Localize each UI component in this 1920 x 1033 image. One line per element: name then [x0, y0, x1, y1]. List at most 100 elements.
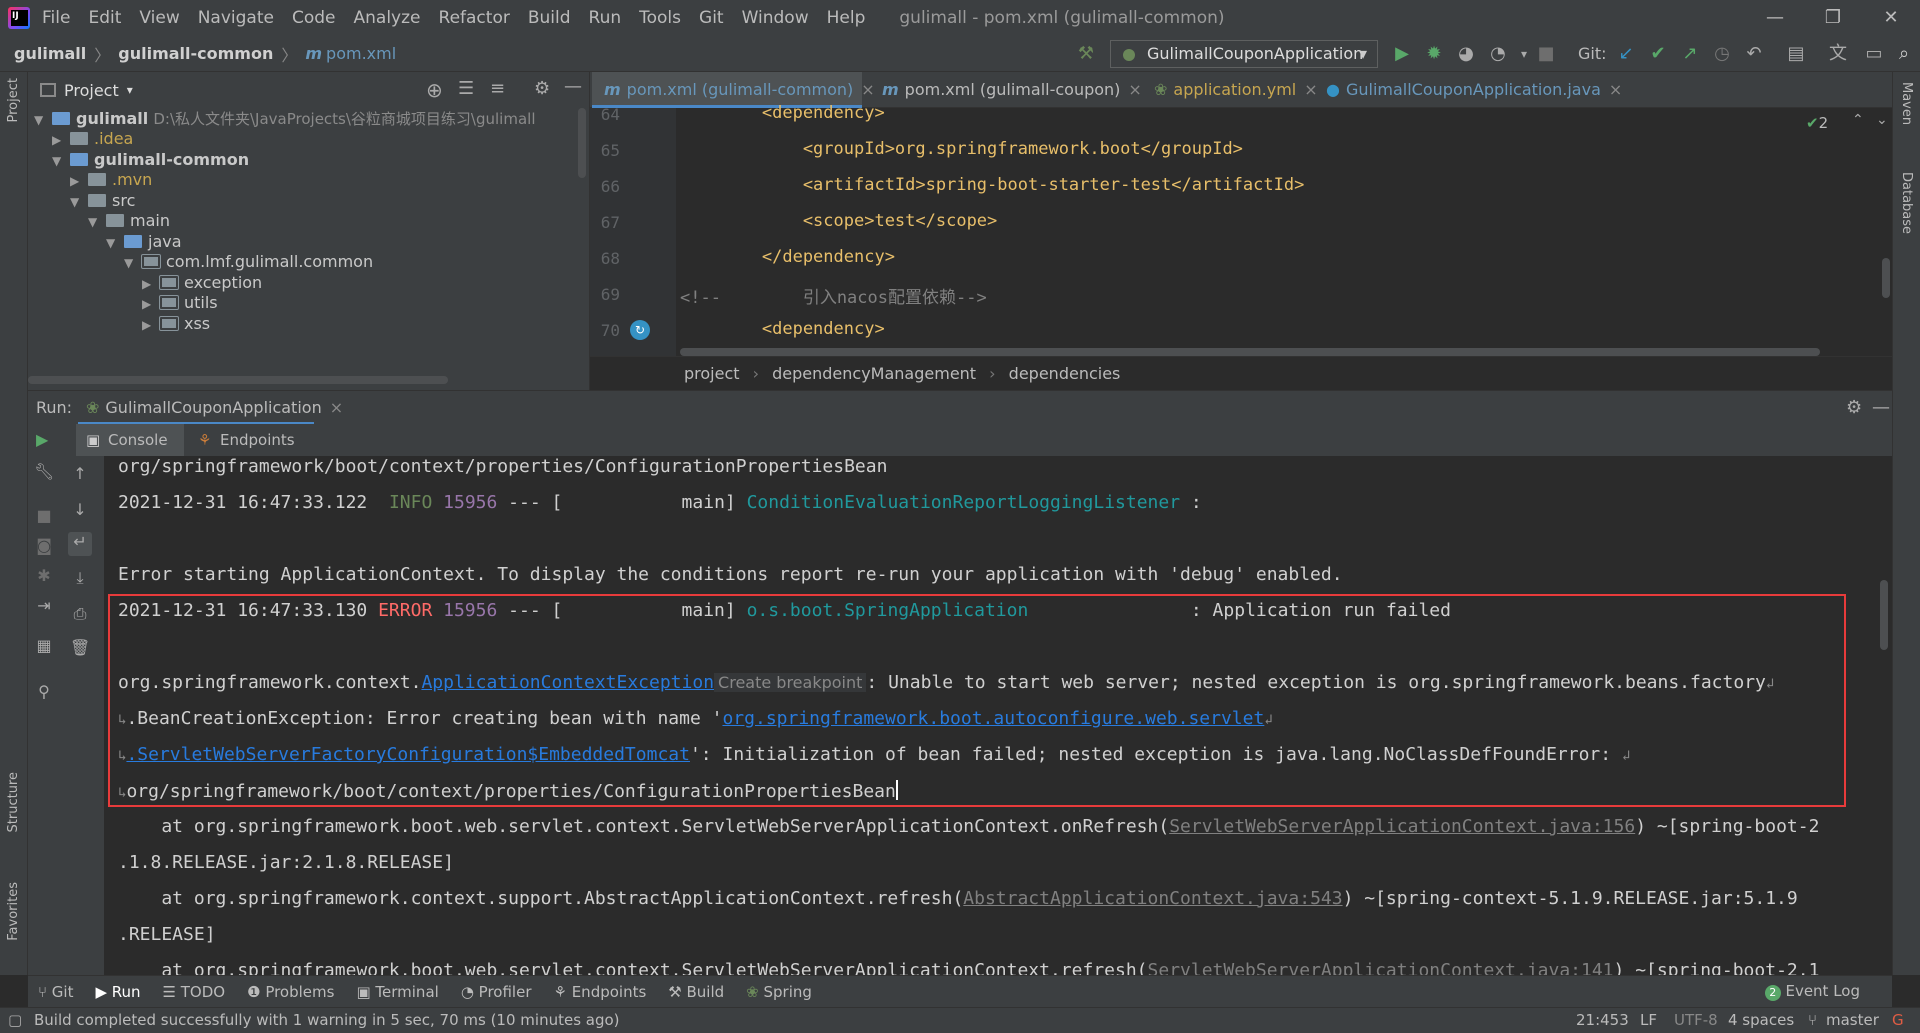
chevron-up-icon[interactable]: ⌃: [1852, 112, 1864, 128]
hide-panel-icon[interactable]: —: [564, 76, 582, 97]
menu-edit[interactable]: Edit: [88, 8, 121, 28]
toolwindow-problems[interactable]: ❶ Problems: [247, 983, 334, 1001]
console-scrollbar[interactable]: [1880, 580, 1888, 650]
menu-code[interactable]: Code: [292, 8, 336, 28]
run-icon[interactable]: ▶: [1390, 42, 1414, 66]
code-editor[interactable]: 64 65 66 67 68 69 70 ↻ <dependency> <gro…: [590, 103, 1892, 356]
menu-analyze[interactable]: Analyze: [354, 8, 421, 28]
project-tool-tab[interactable]: Project: [6, 78, 21, 122]
toolwindow-run[interactable]: ▶ Run: [95, 983, 140, 1001]
source-link[interactable]: ServletWebServerApplicationContext.java:…: [1148, 960, 1614, 975]
status-message[interactable]: Build completed successfully with 1 warn…: [34, 1008, 620, 1033]
status-box-icon[interactable]: ▢: [8, 1008, 22, 1033]
arrow-down-icon[interactable]: ↓: [70, 500, 90, 520]
wrench-icon[interactable]: 🔧︎: [34, 462, 54, 482]
rollback-icon[interactable]: ↶: [1742, 42, 1766, 66]
inspection-widget[interactable]: ✔2: [1806, 114, 1828, 132]
menu-git[interactable]: Git: [699, 8, 724, 28]
menu-run[interactable]: Run: [589, 8, 622, 28]
export-icon[interactable]: ⇥: [34, 596, 54, 616]
run-config-select[interactable]: GulimallCouponApplication: [1110, 40, 1378, 68]
structure-tool-tab[interactable]: Structure: [6, 772, 21, 832]
menu-tools[interactable]: Tools: [639, 8, 681, 28]
source-link[interactable]: AbstractApplicationContext.java:543: [963, 888, 1342, 909]
camera-icon[interactable]: ◙: [34, 536, 54, 556]
layout-icon[interactable]: ▭: [1862, 42, 1886, 66]
file-encoding[interactable]: UTF-8: [1674, 1008, 1718, 1033]
tree-item-xss[interactable]: ▶ xss: [142, 311, 210, 336]
chevron-down-icon[interactable]: ⌄: [1876, 112, 1888, 128]
tab-coupon-application-java[interactable]: ● GulimallCouponApplication.java ×: [1314, 72, 1624, 108]
horizontal-scrollbar[interactable]: [28, 376, 448, 384]
menu-navigate[interactable]: Navigate: [198, 8, 274, 28]
settings-gear-icon[interactable]: ⚙: [534, 78, 550, 99]
maven-tool-tab[interactable]: Maven: [1899, 82, 1914, 125]
chevron-down-icon[interactable]: ▼: [52, 149, 70, 174]
chevron-down-icon[interactable]: ▼: [70, 190, 88, 215]
toolwindow-build[interactable]: ⚒ Build: [668, 983, 724, 1001]
build-hammer-icon[interactable]: ⚒: [1074, 42, 1098, 66]
toolwindow-todo[interactable]: ☰ TODO: [163, 983, 226, 1001]
maven-reload-icon[interactable]: ↻: [630, 320, 650, 340]
stop-icon[interactable]: ■: [1534, 42, 1558, 66]
debug-icon[interactable]: ✹: [1422, 42, 1446, 66]
menu-view[interactable]: View: [139, 8, 179, 28]
restore-button[interactable]: ❐: [1804, 0, 1862, 36]
git-update-icon[interactable]: ↙: [1614, 42, 1638, 66]
stop-icon[interactable]: ■: [34, 506, 54, 526]
breadcrumb-dependency-management[interactable]: dependencyManagement: [772, 364, 976, 383]
rerun-failed-icon[interactable]: ✱: [34, 566, 54, 586]
search-icon[interactable]: ⌕: [1892, 42, 1916, 66]
expand-all-icon[interactable]: ☰: [458, 78, 474, 99]
project-view-select[interactable]: Project: [64, 81, 119, 100]
chevron-down-icon[interactable]: ▾: [127, 83, 133, 97]
source-link[interactable]: ServletWebServerApplicationContext.java:…: [1169, 816, 1635, 837]
breadcrumb-root[interactable]: gulimall: [14, 44, 86, 63]
toolwindow-git[interactable]: ⑂ Git: [38, 983, 73, 1001]
close-window-button[interactable]: ✕: [1862, 0, 1920, 36]
chevron-down-icon[interactable]: ▼: [124, 251, 142, 276]
arrow-up-icon[interactable]: ↑: [70, 464, 90, 484]
tab-endpoints[interactable]: ⚘ Endpoints: [196, 424, 295, 456]
breadcrumb-dependencies[interactable]: dependencies: [1009, 364, 1121, 383]
menu-window[interactable]: Window: [742, 8, 809, 28]
menu-refactor[interactable]: Refactor: [439, 8, 510, 28]
toolwindow-spring[interactable]: ❀ Spring: [746, 983, 812, 1001]
coverage-icon[interactable]: ◕: [1454, 42, 1478, 66]
hide-panel-icon[interactable]: —: [1872, 391, 1890, 425]
breadcrumb-project[interactable]: project: [684, 364, 740, 383]
line-separator[interactable]: LF: [1640, 1008, 1657, 1033]
clear-trash-icon[interactable]: 🗑︎: [70, 638, 90, 658]
indent-setting[interactable]: 4 spaces: [1728, 1008, 1794, 1033]
collapse-all-icon[interactable]: ≡: [490, 78, 505, 99]
chevron-down-icon[interactable]: ▾: [1512, 42, 1536, 66]
history-icon[interactable]: ◷: [1710, 42, 1734, 66]
menu-build[interactable]: Build: [528, 8, 571, 28]
profile-icon[interactable]: ◔: [1486, 42, 1510, 66]
editor-horizontal-scrollbar[interactable]: [680, 348, 1820, 356]
scroll-to-end-icon[interactable]: ⤓: [70, 568, 90, 588]
layout-icon[interactable]: ▦: [34, 636, 54, 656]
soft-wrap-icon[interactable]: ↵: [68, 532, 92, 556]
pin-icon[interactable]: ⚲: [34, 682, 54, 702]
breadcrumb-module[interactable]: gulimall-common: [118, 44, 273, 63]
close-icon[interactable]: ×: [1128, 80, 1141, 99]
tab-application-yml[interactable]: ❀ application.yml ×: [1142, 72, 1330, 108]
vertical-scrollbar[interactable]: [578, 108, 586, 178]
database-tool-tab[interactable]: Database: [1899, 172, 1914, 234]
toolwindow-terminal[interactable]: ▣ Terminal: [356, 983, 438, 1001]
menu-file[interactable]: File: [42, 8, 70, 28]
translate-icon[interactable]: 文: [1826, 42, 1850, 66]
chevron-down-icon[interactable]: ▼: [34, 108, 52, 133]
caret-position[interactable]: 21:453: [1576, 1008, 1629, 1033]
run-tab[interactable]: ❀ GulimallCouponApplication ×: [78, 391, 343, 425]
settings-gear-icon[interactable]: ⚙: [1846, 391, 1862, 425]
tab-console[interactable]: ▣ Console: [76, 424, 184, 456]
git-commit-icon[interactable]: ✔: [1646, 42, 1670, 66]
rerun-icon[interactable]: ▶: [36, 430, 48, 449]
toolwindow-event-log[interactable]: 2 Event Log: [1764, 982, 1860, 1001]
favorites-tool-tab[interactable]: Favorites: [6, 882, 21, 941]
tab-pom-coupon[interactable]: m pom.xml (gulimall-coupon) ×: [870, 72, 1142, 108]
breadcrumb-file[interactable]: pom.xml: [326, 44, 396, 63]
locate-icon[interactable]: ⊕: [426, 78, 443, 102]
